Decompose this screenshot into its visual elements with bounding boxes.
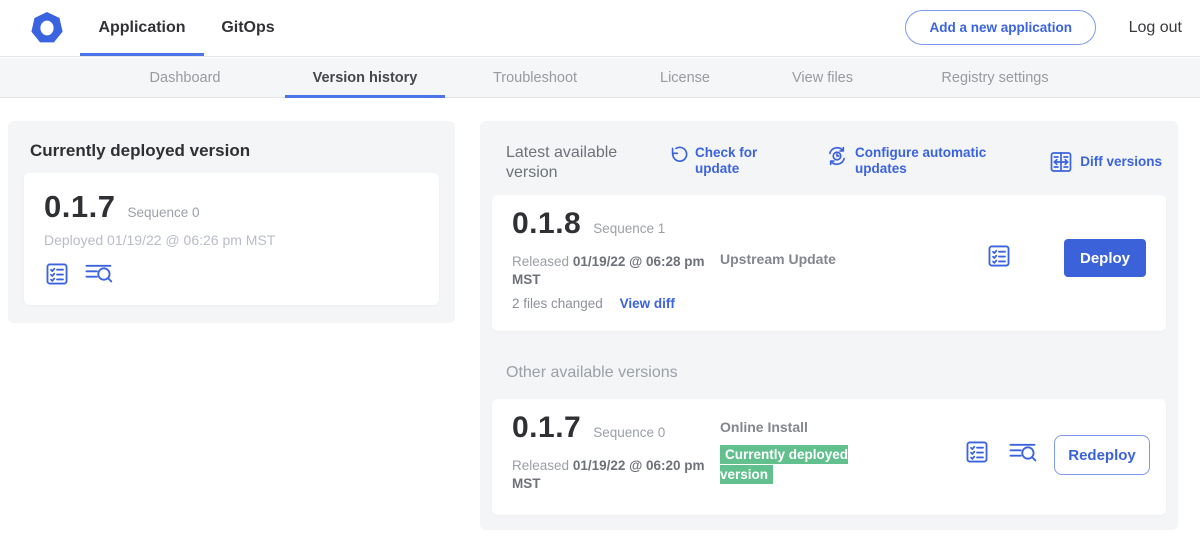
subnav-tab-version-history[interactable]: Version history [285, 58, 445, 98]
deployed-timestamp: Deployed 01/19/22 @ 06:26 pm MST [44, 232, 419, 248]
subnav-tab-view-files[interactable]: View files [775, 58, 870, 98]
currently-deployed-badge: Currently deployed version [720, 445, 874, 484]
subnav-tab-registry-settings[interactable]: Registry settings [925, 58, 1065, 98]
subnav-tab-license[interactable]: License [640, 58, 730, 98]
check-for-update-label: Check for update [695, 145, 769, 177]
diff-versions-label: Diff versions [1080, 154, 1162, 170]
currently-deployed-title: Currently deployed version [30, 141, 250, 161]
other-sequence-label: Sequence 0 [593, 425, 665, 440]
release-notes-icon[interactable] [1008, 441, 1038, 465]
release-notes-icon[interactable] [84, 262, 114, 286]
preflight-checks-icon[interactable] [986, 243, 1012, 269]
available-versions-panel: Latest available version Check for updat… [480, 121, 1178, 530]
latest-sequence-label: Sequence 1 [593, 221, 665, 236]
deployed-sequence-label: Sequence 0 [127, 205, 199, 220]
files-changed-label: 2 files changed [512, 296, 603, 311]
add-application-button[interactable]: Add a new application [905, 10, 1096, 45]
other-source-label: Online Install [720, 419, 808, 435]
latest-released-timestamp: Released 01/19/22 @ 06:28 pm MST [512, 253, 714, 289]
latest-version-number: 0.1.8 [512, 207, 581, 241]
latest-source-label: Upstream Update [720, 251, 836, 267]
nav-tab-application[interactable]: Application [80, 0, 204, 56]
deployed-version-card: 0.1.7 Sequence 0 Deployed 01/19/22 @ 06:… [24, 173, 439, 305]
deployed-version-number: 0.1.7 [44, 189, 115, 225]
preflight-checks-icon[interactable] [964, 439, 990, 465]
preflight-checks-icon[interactable] [44, 261, 70, 287]
logout-link[interactable]: Log out [1129, 0, 1182, 56]
other-available-versions-title: Other available versions [506, 364, 678, 382]
deploy-button[interactable]: Deploy [1064, 239, 1146, 277]
app-subnav: Dashboard Version history Troubleshoot L… [0, 58, 1200, 98]
diff-versions-link[interactable]: Diff versions [1049, 150, 1162, 174]
configure-automatic-updates-label: Configure automatic updates [855, 145, 1005, 177]
diff-icon [1049, 150, 1073, 174]
schedule-refresh-icon [826, 145, 848, 177]
check-for-update-link[interactable]: Check for update [668, 145, 769, 177]
configure-automatic-updates-link[interactable]: Configure automatic updates [826, 145, 1005, 177]
app-window: Application GitOps Add a new application… [0, 0, 1200, 536]
other-version-number: 0.1.7 [512, 411, 581, 445]
redeploy-button[interactable]: Redeploy [1054, 435, 1150, 475]
top-nav: Application GitOps Add a new application… [0, 0, 1200, 57]
nav-tab-gitops[interactable]: GitOps [204, 0, 292, 56]
other-released-timestamp: Released 01/19/22 @ 06:20 pm MST [512, 457, 714, 493]
latest-available-title: Latest available version [506, 143, 642, 182]
other-version-card: 0.1.7 Sequence 0 Released 01/19/22 @ 06:… [492, 399, 1166, 515]
view-diff-link[interactable]: View diff [620, 296, 675, 311]
subnav-tab-troubleshoot[interactable]: Troubleshoot [470, 58, 600, 98]
latest-version-card: 0.1.8 Sequence 1 Released 01/19/22 @ 06:… [492, 195, 1166, 331]
app-logo-icon[interactable] [28, 9, 66, 47]
subnav-tab-dashboard[interactable]: Dashboard [130, 58, 240, 98]
currently-deployed-panel: Currently deployed version 0.1.7 Sequenc… [8, 121, 455, 323]
refresh-icon [668, 145, 688, 177]
